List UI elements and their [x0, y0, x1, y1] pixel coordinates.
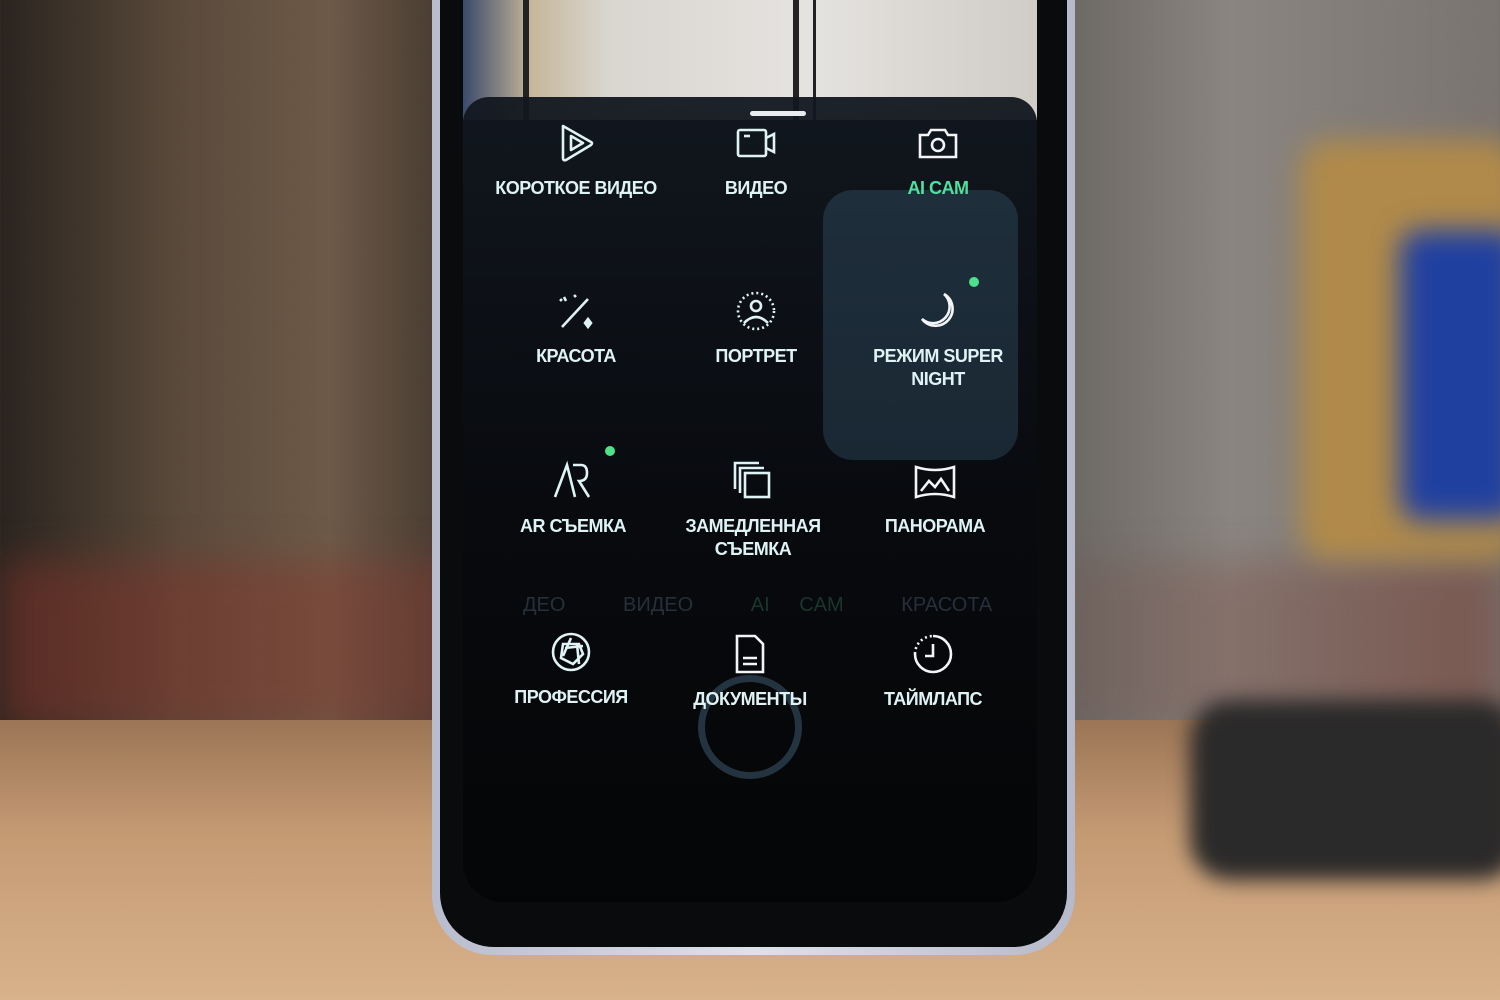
camera-screen: ДЕО ВИДЕО AI CAM КРАСОТА КОРОТКОЕ ВИДЕО …: [463, 0, 1037, 902]
magic-wand-icon: [559, 294, 593, 330]
mode-pro[interactable]: ПРОФЕССИЯ: [486, 630, 656, 709]
mode-slow-motion[interactable]: ЗАМЕДЛЕННАЯ СЪЕМКА: [668, 459, 838, 561]
mode-label: ВИДЕО: [724, 178, 788, 198]
mode-short-video[interactable]: КОРОТКОЕ ВИДЕО: [491, 121, 661, 200]
mode-ai-cam[interactable]: AI CAM: [853, 121, 1023, 200]
aperture-icon: [551, 632, 591, 672]
document-icon: [735, 634, 765, 674]
phone: ДЕО ВИДЕО AI CAM КРАСОТА КОРОТКОЕ ВИДЕО …: [432, 0, 1075, 955]
mode-timelapse[interactable]: ТАЙМЛАПС: [848, 632, 1018, 711]
phone-bezel: ДЕО ВИДЕО AI CAM КРАСОТА КОРОТКОЕ ВИДЕО …: [440, 0, 1067, 947]
moon-icon: [920, 292, 954, 328]
panorama-icon: [914, 465, 956, 499]
mode-label: РЕЖИМ SUPER NIGHT: [873, 346, 1003, 389]
mode-label: ПРОФЕССИЯ: [514, 687, 628, 707]
video-camera-icon: [736, 128, 776, 158]
portrait-icon: [736, 291, 776, 331]
mode-documents[interactable]: ДОКУМЕНТЫ: [665, 632, 835, 711]
strip-item: КРАСОТА: [901, 594, 993, 616]
mode-portrait[interactable]: ПОРТРЕТ: [671, 289, 841, 368]
new-badge-dot: [605, 446, 615, 456]
drag-handle[interactable]: [750, 111, 806, 116]
mode-ar[interactable]: AR СЪЕМКА: [488, 459, 658, 538]
mode-panorama[interactable]: ПАНОРАМА: [850, 459, 1020, 538]
mode-label: AI CAM: [907, 178, 970, 198]
camera-modes-panel: ДЕО ВИДЕО AI CAM КРАСОТА КОРОТКОЕ ВИДЕО …: [463, 97, 1037, 902]
mode-label: КРАСОТА: [536, 346, 616, 366]
play-triangle-icon: [561, 124, 594, 162]
slow-motion-icon: [733, 461, 771, 499]
mode-label: КОРОТКОЕ ВИДЕО: [495, 178, 657, 198]
strip-item: AI CAM: [750, 594, 844, 616]
mode-beauty[interactable]: КРАСОТА: [491, 289, 661, 368]
background-stand: [1190, 700, 1500, 880]
camera-icon: [918, 128, 958, 159]
mode-label: ПОРТРЕТ: [715, 346, 797, 366]
mode-label: ПАНОРАМА: [884, 516, 986, 536]
background-object-screen: [1400, 230, 1500, 520]
timer-icon: [913, 634, 953, 674]
mode-super-night[interactable]: РЕЖИМ SUPER NIGHT: [853, 289, 1023, 391]
ar-icon: [553, 460, 591, 498]
new-badge-dot: [969, 277, 979, 287]
mode-label: AR СЪЕМКА: [520, 516, 626, 536]
strip-item: ВИДЕО: [623, 594, 694, 616]
background-mode-strip: ДЕО ВИДЕО AI CAM КРАСОТА: [523, 594, 1020, 617]
mode-label: ДОКУМЕНТЫ: [693, 689, 807, 709]
mode-video[interactable]: ВИДЕО: [671, 121, 841, 200]
mode-label: ЗАМЕДЛЕННАЯ СЪЕМКА: [685, 516, 821, 559]
mode-label: ТАЙМЛАПС: [883, 689, 983, 709]
strip-item: ДЕО: [523, 594, 566, 616]
